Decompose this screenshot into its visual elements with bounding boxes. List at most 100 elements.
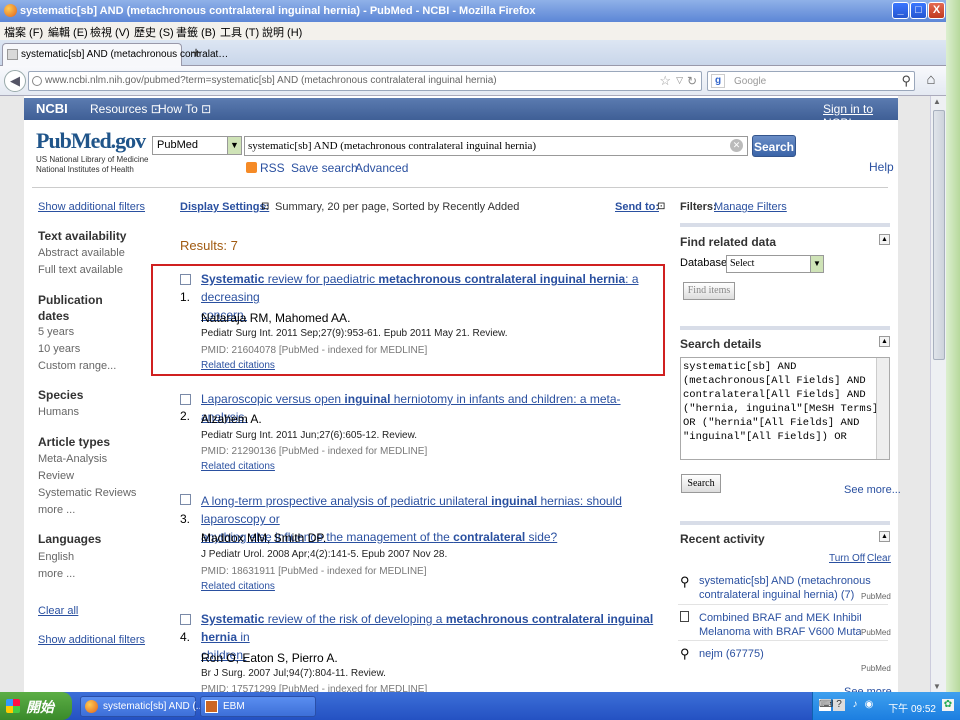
clear-link[interactable]: Clear [867,553,891,564]
filter-item[interactable]: Review [38,470,74,482]
collapse-icon[interactable]: ▲ [879,234,890,245]
menu-history[interactable]: 歷史 (S) [134,24,174,40]
search-details-button[interactable]: Search [681,474,721,493]
menu-bookmarks[interactable]: 書籤 (B) [176,24,216,40]
clear-all-link[interactable]: Clear all [38,605,78,617]
filters-label: Filters: [680,201,717,213]
google-icon[interactable]: g [711,74,725,88]
result-checkbox[interactable] [180,394,191,405]
scroll-up-icon[interactable]: ▲ [933,97,941,106]
taskbar-item-ebm[interactable]: EBM [200,696,316,717]
bookmark-star-icon[interactable]: ☆ [659,73,671,89]
help-link[interactable]: Help [869,160,894,174]
filter-heading: Languages [38,532,102,546]
related-citations-link[interactable]: Related citations [201,461,275,472]
show-additional-filters-link[interactable]: Show additional filters [38,634,145,646]
database-dropdown[interactable]: Select ▼ [726,255,824,273]
start-label: 開始 [26,699,54,715]
howto-menu[interactable]: How To ⊡ [158,102,211,116]
close-button[interactable]: X [928,2,945,19]
related-citations-link[interactable]: Related citations [201,581,275,592]
scrollbar-thumb[interactable] [933,110,945,360]
filter-heading: Text availability [38,229,127,243]
ncbi-logo[interactable]: NCBI [36,101,68,116]
network-icon[interactable]: ◉ [863,699,875,711]
recent-item-link[interactable]: Combined BRAF and MEK Inhibition in Mela… [699,611,861,639]
search-button[interactable]: Search [752,135,796,157]
tray-app-icon[interactable]: ✿ [942,699,954,711]
pubmed-logo[interactable]: PubMed.gov [36,128,146,154]
browser-search-bar[interactable]: g Google ⚲ [707,71,915,91]
taskbar-item-firefox[interactable]: systematic[sb] AND (... [80,696,204,717]
search-details-textarea[interactable]: systematic[sb] AND (metachronous[All Fie… [680,357,890,460]
menu-help[interactable]: 說明 (H) [262,24,302,40]
textarea-scrollbar[interactable] [876,358,889,459]
resources-menu[interactable]: Resources ⊡ [90,102,161,116]
chevron-down-icon[interactable]: ▼ [227,137,241,154]
database-select[interactable]: PubMed ▼ [152,136,242,155]
browser-tab[interactable]: systematic[sb] AND (metachronous contral… [2,43,228,66]
reload-icon[interactable]: ↻ [687,74,697,88]
search-placeholder: Google [734,76,767,87]
magnifier-icon[interactable]: ⚲ [901,73,911,89]
url-bar[interactable]: www.ncbi.nlm.nih.gov/pubmed?term=systema… [28,71,702,91]
signin-link[interactable]: Sign in to NCBI [823,102,898,130]
filter-item[interactable]: more ... [38,504,75,516]
help-icon[interactable]: ? [833,699,845,711]
new-tab-button[interactable]: + [186,45,206,64]
find-items-button[interactable]: Find items [683,282,735,300]
firefox-icon [4,4,17,17]
filter-item[interactable]: Humans [38,406,79,418]
filter-item[interactable]: more ... [38,568,75,580]
home-icon[interactable]: ⌂ [922,71,940,91]
result-checkbox[interactable] [180,614,191,625]
url-dropdown-icon[interactable]: ▽ [676,75,683,86]
result-pmid: PMID: 18631911 [PubMed - indexed for MED… [201,566,427,577]
result-number: 2. [180,409,191,423]
scroll-down-icon[interactable]: ▼ [933,682,941,691]
rss-icon[interactable] [246,162,257,173]
title-part: inguinal [344,392,391,406]
advanced-link[interactable]: Advanced [355,161,408,175]
title-part: in [237,630,250,644]
recent-item-tag: PubMed [861,592,891,601]
clear-icon[interactable]: ✕ [730,139,743,152]
filter-item[interactable]: Systematic Reviews [38,487,136,499]
collapse-icon[interactable]: ▲ [879,336,890,347]
display-settings-link[interactable]: Display Settings: [180,201,269,213]
back-button[interactable]: ◀ [4,70,26,92]
filter-item[interactable]: Full text available [38,264,123,276]
filter-item[interactable]: 5 years [38,326,74,338]
recent-item-link[interactable]: nejm (67775) [699,647,764,661]
menu-view[interactable]: 檢視 (V) [90,24,130,40]
filter-item[interactable]: Meta-Analysis [38,453,107,465]
start-button[interactable]: 開始 [0,692,72,720]
maximize-button[interactable]: □ [910,2,927,19]
rss-link[interactable]: RSS [260,161,285,175]
recent-item-link[interactable]: systematic[sb] AND (metachronous contral… [699,574,871,602]
result-title-link[interactable]: Laparoscopic versus open inguinal hernio… [201,390,661,426]
menu-edit[interactable]: 編輯 (E) [48,24,88,40]
search-input[interactable]: systematic[sb] AND (metachronous contral… [244,136,748,156]
chevron-down-icon[interactable]: ▼ [810,256,823,272]
filter-item[interactable]: 10 years [38,343,80,355]
see-more-link[interactable]: See more... [844,484,901,496]
result-checkbox[interactable] [180,494,191,505]
speaker-icon[interactable]: ♪ [849,699,861,711]
send-to-link[interactable]: Send to: [615,201,659,213]
page-scrollbar[interactable]: ▲ ▼ [930,96,946,692]
show-additional-filters-link[interactable]: Show additional filters [38,201,145,213]
menu-tools[interactable]: 工具 (T) [220,24,259,40]
collapse-icon[interactable]: ▲ [879,531,890,542]
chevron-down-icon[interactable]: ⊡ [261,201,269,212]
turn-off-link[interactable]: Turn Off [829,553,865,564]
manage-filters-link[interactable]: Manage Filters [714,201,787,213]
menu-file[interactable]: 檔案 (F) [4,24,43,40]
filter-item[interactable]: Custom range... [38,360,116,372]
filter-item[interactable]: Abstract available [38,247,125,259]
chevron-down-icon[interactable]: ⊡ [657,201,665,212]
minimize-button[interactable]: _ [892,2,909,19]
filter-item[interactable]: English [38,551,74,563]
keyboard-icon[interactable]: ⌨ [819,699,833,711]
save-search-link[interactable]: Save search [291,161,358,175]
